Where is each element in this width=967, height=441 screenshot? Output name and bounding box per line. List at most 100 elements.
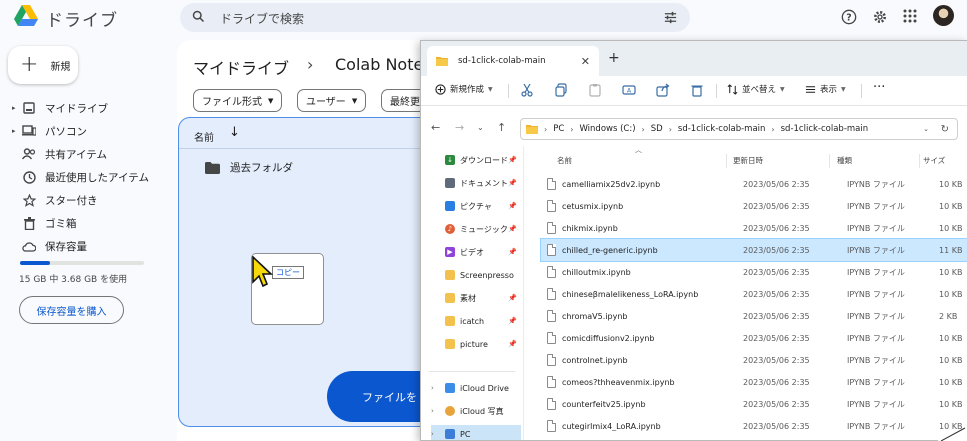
breadcrumb-separator: › — [307, 55, 314, 74]
up-arrow-icon[interactable]: ↑ — [497, 121, 506, 134]
forward-arrow-icon[interactable]: → — [455, 121, 464, 134]
address-segment[interactable]: PC — [553, 124, 564, 134]
file-type: IPYNB ファイル — [847, 333, 905, 343]
file-row[interactable]: chilled_re-generic.ipynb 2023/05/06 2:35 I… — [540, 238, 967, 262]
file-row[interactable]: comicdiffusionv2.ipynb 2023/05/06 2:35 IPY… — [541, 327, 967, 349]
cut-icon[interactable] — [520, 83, 534, 97]
sort-button[interactable]: 並べ替え ▼ — [727, 83, 785, 95]
column-divider[interactable] — [829, 154, 830, 168]
new-tab-button[interactable]: + — [608, 50, 620, 66]
address-segment[interactable]: sd-1click-colab-main — [781, 124, 869, 134]
file-row[interactable]: chineseβmalelikeness_LoRA.ipynb 2023/05/0… — [541, 283, 967, 305]
quick-access-item[interactable]: ピクチャ 📌 — [431, 197, 521, 215]
tree-item-icloud-photos[interactable]: › iCloud 写真 — [431, 402, 521, 420]
sidebar-item-label: パソコン — [45, 125, 87, 138]
search-icon[interactable] — [191, 9, 206, 24]
copy-icon[interactable] — [554, 83, 568, 97]
sidebar-item-trash[interactable]: ゴミ箱 — [12, 212, 162, 234]
column-header-name[interactable]: 名前 — [557, 155, 572, 166]
expand-arrow-icon[interactable]: ▸ — [12, 104, 20, 112]
file-row[interactable]: cetusmix.ipynb 2023/05/06 2:35 IPYNB ファイル 1… — [541, 195, 967, 217]
refresh-icon[interactable]: ↻ — [941, 124, 949, 135]
search-input[interactable]: ドライブで検索 — [220, 10, 304, 27]
column-header-type[interactable]: 種類 — [837, 155, 852, 166]
settings-gear-icon[interactable] — [872, 9, 888, 25]
quick-access-item[interactable]: ♪ ミュージック 📌 — [431, 220, 521, 238]
sidebar-item-shared[interactable]: 共有アイテム — [12, 143, 162, 165]
pin-icon[interactable]: 📌 — [508, 248, 517, 256]
new-item-button[interactable]: 新規作成 ▼ — [435, 83, 493, 95]
dropdown-arrow-icon[interactable]: ⌄ — [923, 125, 929, 133]
tree-item-pc[interactable]: › PC — [431, 425, 521, 440]
sidebar-item-computers[interactable]: ▸ パソコン — [12, 120, 162, 142]
file-row[interactable]: camelliamix25dv2.ipynb 2023/05/06 2:35 IPY… — [541, 173, 967, 195]
more-options-button[interactable]: ··· — [873, 80, 885, 95]
buy-storage-button[interactable]: 保存容量を購入 — [19, 296, 124, 324]
explorer-tab[interactable]: sd-1click-colab-main ✕ — [427, 46, 599, 76]
search-bar[interactable]: ドライブで検索 — [180, 3, 690, 32]
avatar[interactable] — [933, 5, 954, 26]
pin-icon[interactable]: 📌 — [508, 294, 517, 302]
delete-icon[interactable] — [690, 83, 704, 97]
column-divider[interactable] — [919, 154, 920, 168]
address-segment[interactable]: SD — [651, 124, 663, 134]
file-row[interactable]: counterfeitv25.ipynb 2023/05/06 2:35 IPYNB… — [541, 393, 967, 415]
quick-access-item[interactable]: icatch 📌 — [431, 312, 521, 330]
sidebar-item-starred[interactable]: スター付き — [12, 189, 162, 211]
recent-locations-icon[interactable]: ⌄ — [477, 123, 484, 132]
quick-access-item[interactable]: ▶ ビデオ 📌 — [431, 243, 521, 261]
pin-icon[interactable]: 📌 — [508, 156, 517, 164]
apps-grid-icon[interactable] — [903, 9, 917, 23]
sort-arrow-icon[interactable]: ↓ — [229, 125, 240, 140]
pin-icon[interactable]: 📌 — [508, 317, 517, 325]
search-options-icon[interactable] — [663, 10, 678, 25]
expand-arrow-icon[interactable]: › — [431, 384, 434, 392]
quick-access-item[interactable]: ↓ ダウンロード 📌 — [431, 151, 521, 169]
column-header-size[interactable]: サイズ — [923, 155, 945, 166]
help-icon[interactable]: ? — [841, 9, 857, 25]
new-button[interactable]: + 新規 — [8, 46, 78, 84]
file-date: 2023/05/06 2:35 — [743, 377, 810, 387]
file-row[interactable]: cutegirlmix4_LoRA.ipynb 2023/05/06 2:35 IP… — [541, 415, 967, 437]
column-divider[interactable] — [726, 154, 727, 168]
address-segment[interactable]: sd-1click-colab-main — [678, 124, 766, 134]
file-row[interactable]: chikmix.ipynb 2023/05/06 2:35 IPYNB ファイル 10… — [541, 217, 967, 239]
quick-access-item[interactable]: 素材 📌 — [431, 289, 521, 307]
paste-icon[interactable] — [588, 83, 602, 97]
folder-row[interactable]: 過去フォルダ — [179, 148, 437, 186]
file-row[interactable]: comeos?thheavenmix.ipynb 2023/05/06 2:35 I… — [541, 371, 967, 393]
new-button-label: 新規 — [50, 61, 71, 73]
rename-icon[interactable]: A — [622, 83, 636, 97]
address-bar[interactable]: › PC › Windows (C:) › SD › sd-1click-col… — [520, 118, 958, 140]
breadcrumb-my-drive[interactable]: マイドライブ — [193, 55, 289, 79]
column-header-date[interactable]: 更新日時 — [733, 155, 763, 166]
file-row[interactable]: controlnet.ipynb 2023/05/06 2:35 IPYNB ファイ… — [541, 349, 967, 371]
address-segment[interactable]: Windows (C:) — [579, 124, 635, 134]
file-icon — [547, 222, 556, 234]
quick-access-item[interactable]: ドキュメント 📌 — [431, 174, 521, 192]
pin-icon[interactable]: 📌 — [508, 225, 517, 233]
filter-file-type[interactable]: ファイル形式 ▼ — [193, 89, 283, 112]
expand-arrow-icon[interactable]: › — [431, 430, 434, 438]
sidebar-item-storage[interactable]: 保存容量 — [12, 235, 162, 257]
quick-access-item[interactable]: picture 📌 — [431, 335, 521, 353]
pin-icon[interactable]: 📌 — [508, 202, 517, 210]
pin-icon[interactable]: 📌 — [508, 340, 517, 348]
share-icon[interactable] — [656, 83, 670, 97]
quick-access-item[interactable]: Screenpresso — [431, 266, 521, 284]
column-header-name[interactable]: 名前 — [194, 129, 214, 144]
expand-arrow-icon[interactable]: ▸ — [12, 127, 20, 135]
close-tab-icon[interactable]: ✕ — [581, 55, 590, 68]
breadcrumb-current-folder[interactable]: Colab Note — [335, 55, 423, 74]
view-button[interactable]: 表示 ▼ — [805, 83, 846, 95]
tree-item-icloud-drive[interactable]: › iCloud Drive — [431, 379, 521, 397]
sidebar-item-recent[interactable]: 最近使用したアイテム — [12, 166, 162, 188]
file-row[interactable]: chilloutmix.ipynb 2023/05/06 2:35 IPYNB ファ… — [541, 261, 967, 283]
expand-arrow-icon[interactable]: › — [431, 407, 434, 415]
resize-corner-icon[interactable] — [937, 425, 967, 441]
back-arrow-icon[interactable]: ← — [431, 121, 440, 134]
sidebar-item-my-drive[interactable]: ▸ マイドライブ — [12, 97, 162, 119]
file-row[interactable]: chromaV5.ipynb 2023/05/06 2:35 IPYNB ファイル 2… — [541, 305, 967, 327]
pin-icon[interactable]: 📌 — [508, 179, 517, 187]
filter-user[interactable]: ユーザー ▼ — [297, 89, 367, 112]
